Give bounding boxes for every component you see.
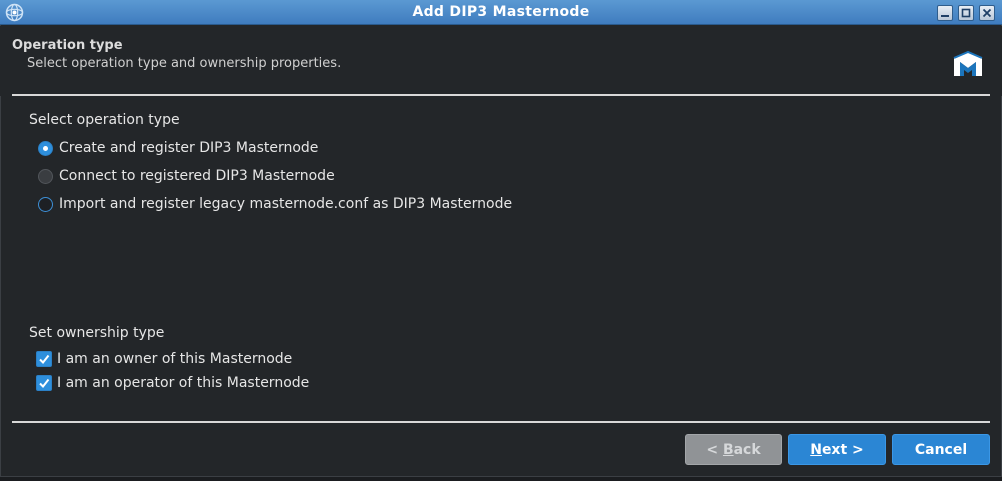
window-bottom-edge	[0, 476, 1002, 481]
maximize-icon	[961, 8, 971, 18]
checkmark-icon	[39, 354, 50, 365]
radio-button-checked[interactable]	[38, 140, 53, 156]
header-divider	[12, 94, 990, 96]
radio-import-legacy[interactable]: Import and register legacy masternode.co…	[38, 195, 512, 213]
checkbox-label: I am an owner of this Masternode	[57, 351, 293, 367]
next-button-rest: ext >	[821, 441, 864, 458]
checkbox-operator[interactable]: I am an operator of this Masternode	[36, 374, 309, 392]
back-button-rest: ack	[733, 441, 761, 458]
checkmark-icon	[39, 378, 50, 389]
radio-connect-registered[interactable]: Connect to registered DIP3 Masternode	[38, 167, 335, 185]
window-title: Add DIP3 Masternode	[412, 4, 590, 20]
radio-label: Import and register legacy masternode.co…	[59, 196, 513, 212]
minimize-icon	[941, 15, 949, 17]
radio-button-unchecked[interactable]	[38, 196, 53, 212]
radio-label: Connect to registered DIP3 Masternode	[59, 168, 335, 184]
back-button-prefix: <	[706, 441, 723, 458]
next-button-mnemonic: N	[810, 441, 822, 458]
checkbox-checked[interactable]	[36, 375, 52, 391]
wizard-header: Operation type Select operation type and…	[0, 26, 1002, 96]
back-button-mnemonic: B	[722, 441, 734, 458]
checkbox-label: I am an operator of this Masternode	[57, 375, 310, 391]
back-button[interactable]: < Back	[685, 434, 782, 465]
radio-create-register[interactable]: Create and register DIP3 Masternode	[38, 139, 318, 157]
maximize-button[interactable]	[958, 5, 974, 21]
cancel-button[interactable]: Cancel	[892, 434, 990, 465]
dash-logo-icon	[951, 50, 985, 78]
checkbox-checked[interactable]	[36, 351, 52, 367]
page-subtitle: Select operation type and ownership prop…	[27, 56, 342, 71]
footer-divider	[12, 421, 990, 423]
close-icon	[982, 8, 992, 18]
ownership-type-label: Set ownership type	[29, 325, 165, 341]
page-title: Operation type	[12, 38, 123, 53]
window-titlebar[interactable]: Add DIP3 Masternode	[0, 0, 1002, 25]
close-button[interactable]	[979, 5, 995, 21]
operation-type-label: Select operation type	[29, 112, 180, 128]
radio-label: Create and register DIP3 Masternode	[59, 140, 319, 156]
minimize-button[interactable]	[937, 5, 953, 21]
checkbox-owner[interactable]: I am an owner of this Masternode	[36, 350, 292, 368]
radio-button-disabled[interactable]	[38, 168, 53, 184]
next-button[interactable]: Next >	[788, 434, 886, 465]
